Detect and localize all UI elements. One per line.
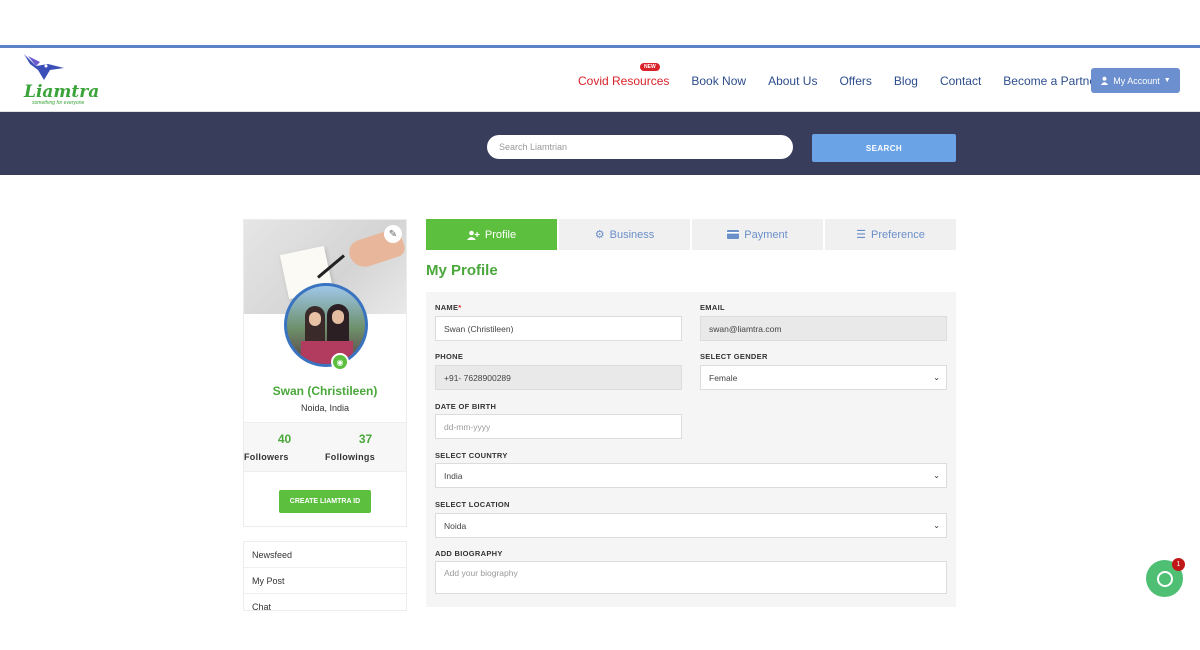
- avatar: [284, 283, 368, 367]
- main-nav: Covid Resources NEW Book Now About Us Of…: [578, 63, 1122, 88]
- email-label: EMAIL: [700, 303, 725, 312]
- chevron-down-icon: ⌄: [933, 373, 940, 382]
- dob-label: DATE OF BIRTH: [435, 402, 497, 411]
- logo-text: Liamtra: [24, 82, 100, 102]
- logo[interactable]: Liamtra something for everyone: [20, 52, 99, 110]
- gender-value: Female: [709, 372, 738, 383]
- followers-label: Followers: [244, 452, 289, 462]
- location-select[interactable]: Noida ⌄: [435, 513, 947, 538]
- nav-contact[interactable]: Contact: [940, 74, 981, 88]
- page-title: My Profile: [426, 262, 498, 279]
- chat-icon: [1156, 570, 1173, 587]
- profile-name: Swan (Christileen): [272, 384, 378, 398]
- country-label: SELECT COUNTRY: [435, 451, 508, 460]
- logo-tagline: something for everyone: [32, 100, 85, 106]
- nav-covid-resources[interactable]: Covid Resources NEW: [578, 63, 670, 88]
- followings-label: Followings: [325, 452, 375, 462]
- nav-about-us[interactable]: About Us: [768, 74, 817, 88]
- profile-stats: 40 Followers 37 Followings: [244, 422, 406, 472]
- name-label: NAME*: [435, 303, 462, 312]
- change-avatar-button[interactable]: ◉: [331, 353, 349, 371]
- tab-preference[interactable]: ☰ Preference: [825, 219, 956, 250]
- required-marker: *: [458, 303, 462, 312]
- phone-field[interactable]: +91- 7628900289: [435, 365, 682, 390]
- profile-location: Noida, India: [300, 403, 350, 413]
- tab-profile-label: Profile: [484, 228, 517, 241]
- search-button[interactable]: SEARCH: [812, 134, 956, 162]
- credit-card-icon: [727, 230, 740, 239]
- followings-stat[interactable]: 37 Followings: [325, 432, 406, 462]
- tab-business-label: Business: [609, 228, 655, 241]
- hummingbird-icon: [24, 54, 64, 80]
- chevron-down-icon: ▼: [1163, 77, 1171, 84]
- chevron-down-icon: ⌄: [933, 471, 940, 480]
- site-header: Liamtra something for everyone Covid Res…: [0, 48, 1200, 112]
- search-input[interactable]: Search Liamtrian: [487, 135, 793, 159]
- gender-label: SELECT GENDER: [700, 352, 768, 361]
- country-select[interactable]: India ⌄: [435, 463, 947, 488]
- edit-cover-button[interactable]: ✎: [384, 225, 402, 243]
- create-liamtra-id-button[interactable]: CREATE LIAMTRA ID: [279, 490, 371, 513]
- bio-label: ADD BIOGRAPHY: [435, 549, 503, 558]
- tab-profile[interactable]: Profile: [426, 219, 557, 250]
- bio-textarea[interactable]: Add your biography: [435, 561, 947, 594]
- avatar-face-1: [309, 312, 321, 326]
- tab-business[interactable]: ⚙ Business: [559, 219, 690, 250]
- dob-field[interactable]: dd-mm-yyyy: [435, 414, 682, 439]
- email-field[interactable]: swan@liamtra.com: [700, 316, 947, 341]
- profile-form: NAME* Swan (Christileen) EMAIL swan@liam…: [426, 292, 956, 607]
- side-menu-newsfeed[interactable]: Newsfeed: [244, 542, 406, 568]
- chevron-down-icon: ⌄: [933, 521, 940, 530]
- nav-become-partner[interactable]: Become a Partner: [1003, 74, 1100, 88]
- followers-count: 40: [277, 432, 292, 446]
- nav-offers[interactable]: Offers: [839, 74, 871, 88]
- gender-select[interactable]: Female ⌄: [700, 365, 947, 390]
- side-menu-my-post[interactable]: My Post: [244, 568, 406, 594]
- user-icon: [1101, 76, 1109, 85]
- nav-covid-label: Covid Resources: [578, 74, 670, 88]
- edit-icon: ✎: [388, 228, 398, 240]
- profile-tabs: Profile ⚙ Business Payment ☰ Preference: [426, 219, 956, 250]
- side-menu-chat[interactable]: Chat: [244, 594, 406, 611]
- followers-stat[interactable]: 40 Followers: [244, 432, 325, 462]
- nav-blog[interactable]: Blog: [894, 74, 918, 88]
- profile-card: ✎ ◉ Swan (Christileen) Noida, India 40 F…: [243, 219, 407, 527]
- side-menu: Newsfeed My Post Chat: [243, 541, 407, 611]
- location-value: Noida: [444, 520, 467, 531]
- country-value: India: [444, 470, 463, 481]
- gear-icon: ⚙: [594, 229, 605, 241]
- user-plus-icon: [466, 230, 480, 240]
- camera-icon: ◉: [336, 357, 344, 367]
- name-field[interactable]: Swan (Christileen): [435, 316, 682, 341]
- sliders-icon: ☰: [856, 229, 867, 241]
- new-badge: NEW: [640, 63, 660, 71]
- chat-widget-button[interactable]: 1: [1146, 558, 1185, 597]
- page: Liamtra something for everyone Covid Res…: [0, 0, 1200, 650]
- search-band: Search Liamtrian SEARCH: [0, 112, 1200, 175]
- avatar-face-2: [332, 310, 344, 324]
- tab-preference-label: Preference: [871, 228, 925, 241]
- followings-count: 37: [358, 432, 373, 446]
- chat-badge: 1: [1172, 558, 1185, 571]
- nav-book-now[interactable]: Book Now: [691, 74, 746, 88]
- my-account-label: My Account: [1113, 75, 1160, 86]
- phone-label: PHONE: [435, 352, 464, 361]
- location-label: SELECT LOCATION: [435, 500, 510, 509]
- my-account-button[interactable]: My Account ▼: [1091, 68, 1180, 93]
- tab-payment-label: Payment: [744, 228, 788, 241]
- tab-payment[interactable]: Payment: [692, 219, 823, 250]
